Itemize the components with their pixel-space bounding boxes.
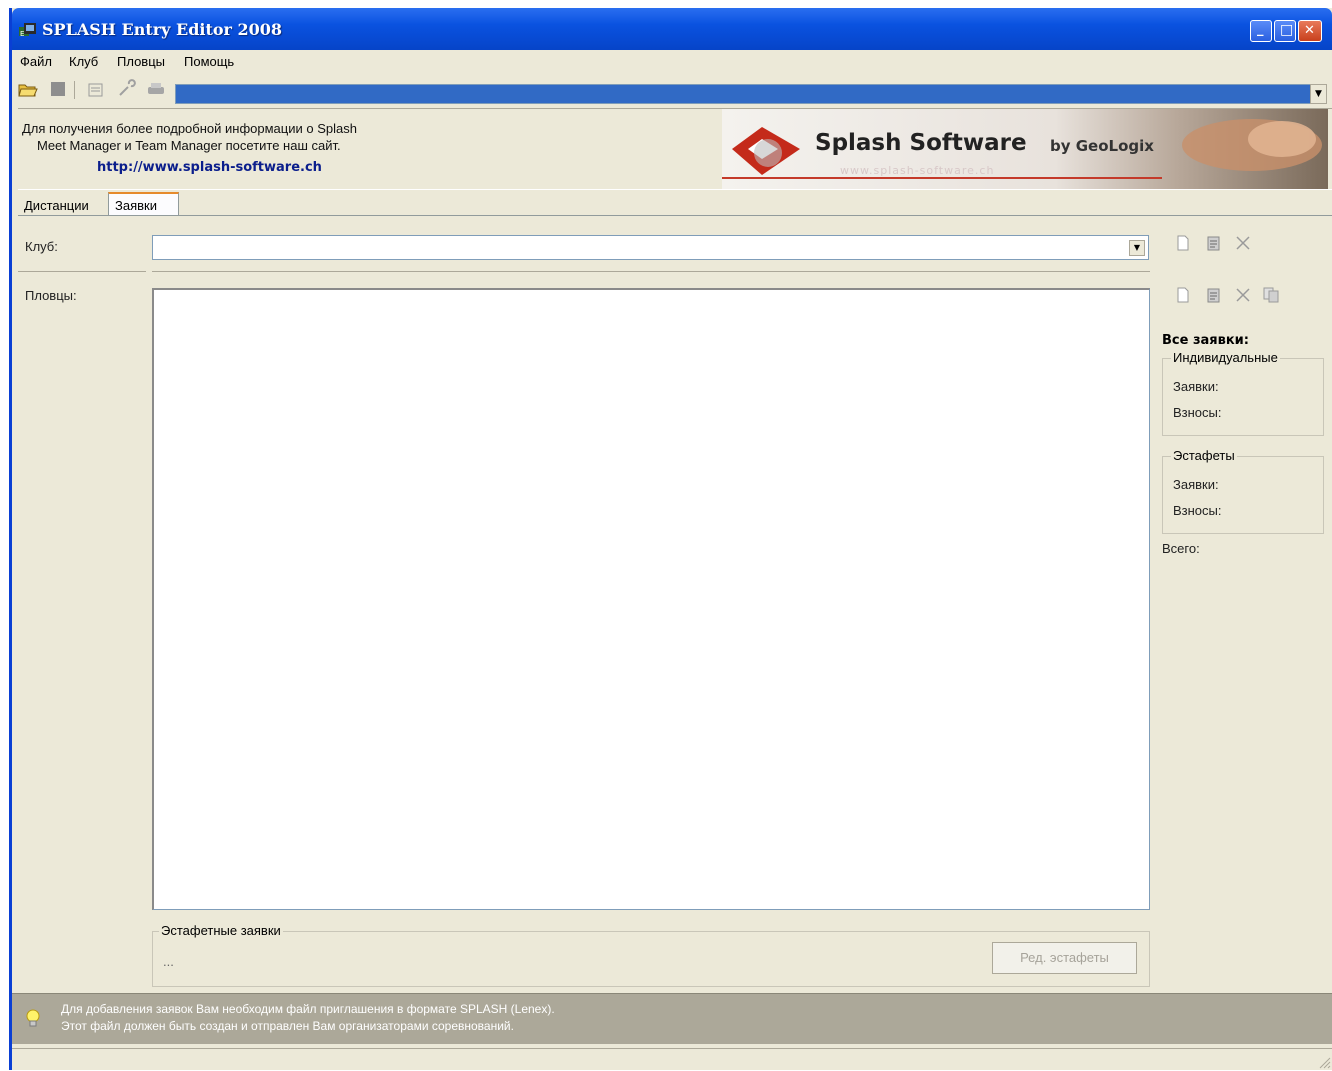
delete-swimmer-icon[interactable] [1234,286,1252,304]
banner-by: by GeoLogix [1050,137,1154,155]
edit-swimmer-icon[interactable] [1204,286,1222,304]
window-title: SPLASH Entry Editor 2008 [42,20,283,39]
minimize-button[interactable]: _ [1250,20,1272,42]
open-folder-icon[interactable] [18,79,38,99]
summary-title: Все заявки: [1162,333,1249,348]
maximize-button[interactable]: □ [1274,20,1296,42]
chevron-down-icon[interactable]: ▼ [1310,84,1327,104]
hint-bar: Для добавления заявок Вам необходим файл… [12,993,1332,1044]
close-button[interactable]: ✕ [1298,20,1322,42]
edit-relays-button[interactable]: Ред. эстафеты [992,942,1137,974]
app-icon: E [19,23,36,38]
individual-group: Индивидуальные Заявки: Взносы: [1162,350,1324,436]
chevron-down-icon[interactable]: ▼ [1129,240,1145,256]
info-line-1: Для получения более подробной информации… [22,121,357,136]
svg-text:E: E [20,30,24,38]
resize-grip-icon[interactable] [1317,1055,1331,1069]
individual-group-title: Индивидуальные [1171,350,1280,365]
relay-entries-value: ... [163,954,174,969]
website-link[interactable]: http://www.splash-software.ch [97,160,322,175]
relay-entries-label: Заявки: [1173,477,1219,492]
wrench-icon[interactable] [116,79,136,99]
total-label: Всего: [1162,541,1200,556]
printer-icon[interactable] [146,79,166,99]
tab-entries[interactable]: Заявки [108,192,179,216]
club-label: Клуб: [25,239,58,254]
hint-line-2: Этот файл должен быть создан и отправлен… [61,1019,514,1033]
edit-club-icon[interactable] [1204,234,1222,252]
toolbar: ▼ [12,75,1332,105]
banner-title: Splash Software [815,130,1027,156]
event-selector[interactable]: ▼ [175,84,1327,104]
relay-entries-title: Эстафетные заявки [159,923,283,938]
tab-strip: Дистанции Заявки [18,192,1318,216]
banner-subtitle: www.splash-software.ch [840,164,995,177]
toolbar-separator [74,81,75,99]
menu-club[interactable]: Клуб [69,54,98,69]
status-bar [12,1048,1332,1071]
properties-icon[interactable] [86,79,106,99]
menu-file[interactable]: Файл [20,54,52,69]
separator-left [18,271,146,272]
individual-entries-label: Заявки: [1173,379,1219,394]
info-line-2: Meet Manager и Team Manager посетите наш… [37,138,341,153]
relay-fees-label: Взносы: [1173,503,1222,518]
swimmers-label: Пловцы: [25,288,77,303]
individual-fees-label: Взносы: [1173,405,1222,420]
swimmers-list[interactable] [152,288,1150,910]
splash-banner[interactable]: Splash Software by GeoLogix www.splash-s… [722,109,1328,189]
maximize-icon: □ [1280,22,1294,38]
new-swimmer-icon[interactable] [1174,286,1192,304]
club-combobox[interactable]: ▼ [152,235,1149,260]
tab-baseline [18,215,1332,216]
new-club-icon[interactable] [1174,234,1192,252]
relay-group: Эстафеты Заявки: Взносы: [1162,448,1324,534]
hint-line-1: Для добавления заявок Вам необходим файл… [61,1002,555,1016]
info-panel: Для получения более подробной информации… [18,108,1332,190]
copy-swimmer-icon[interactable] [1262,286,1280,304]
stop-icon[interactable] [48,79,68,99]
menu-help[interactable]: Помощь [184,54,234,69]
minimize-icon: _ [1257,22,1264,37]
separator-main [152,271,1150,272]
title-bar[interactable]: E SPLASH Entry Editor 2008 _ □ ✕ [12,8,1332,50]
close-icon: ✕ [1304,23,1315,38]
lightbulb-icon [26,1009,40,1027]
app-window: E SPLASH Entry Editor 2008 _ □ ✕ Файл Кл… [9,8,1332,1070]
menu-bar: Файл Клуб Пловцы Помощь [12,51,1332,73]
relay-group-title: Эстафеты [1171,448,1237,463]
menu-swimmers[interactable]: Пловцы [117,54,165,69]
delete-club-icon[interactable] [1234,234,1252,252]
